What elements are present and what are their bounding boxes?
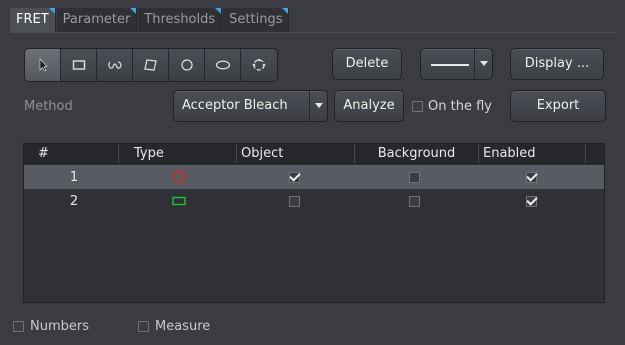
tab-corner-marker [215,8,222,14]
method-selected-value: Acceptor Bleach [182,98,288,113]
background-checkbox-cell [399,189,429,213]
roi-tool-strip [24,48,278,82]
table-row[interactable]: 1 [24,165,604,189]
enabled-checkbox-cell [516,189,546,213]
rectangle-tool-button[interactable] [61,49,97,81]
numbers-checkbox[interactable]: Numbers [13,319,89,334]
tab-fret[interactable]: FRET [10,8,56,32]
display-label: Display ... [524,56,590,71]
rectangle-shape-icon [172,196,186,206]
tab-corner-marker [130,8,137,14]
line-style-preview [431,64,469,66]
measure-checkbox[interactable]: Measure [138,319,210,334]
row-type [154,189,204,213]
dropdown-button[interactable] [474,49,492,79]
enabled-checkbox[interactable] [525,195,537,207]
display-button[interactable]: Display ... [510,48,604,80]
tab-bar: FRET Parameter Thresholds Settings [10,8,290,32]
tab-label: Parameter [62,12,131,27]
delete-button[interactable]: Delete [332,48,402,80]
table-header: # Type Object Background Enabled [24,144,604,164]
tab-corner-marker [282,8,289,14]
column-header-background[interactable]: Background [355,144,479,163]
export-label: Export [536,98,580,113]
checkbox-box[interactable] [412,101,423,112]
delete-label: Delete [345,56,389,71]
on-the-fly-checkbox[interactable]: On the fly [412,99,492,114]
tab-label: Settings [229,12,283,27]
line-style-dropdown[interactable] [420,48,493,80]
method-dropdown[interactable]: Acceptor Bleach [173,90,328,122]
spline-tool-button[interactable] [241,49,277,81]
polygon-tool-button[interactable] [133,49,169,81]
numbers-label: Numbers [30,319,89,334]
on-the-fly-label: On the fly [428,99,492,114]
background-checkbox-cell [399,165,429,189]
tab-thresholds[interactable]: Thresholds [138,8,223,32]
table-row[interactable]: 2 [24,189,604,213]
fret-panel: FRET Parameter Thresholds Settings Delet… [10,8,615,338]
column-header-type[interactable]: Type [119,144,237,163]
chevron-down-icon [479,61,488,66]
tab-label: FRET [16,12,49,27]
freehand-tool-button[interactable] [97,49,133,81]
pointer-icon [39,58,48,72]
tab-label: Thresholds [144,12,216,27]
checkbox-box[interactable] [138,321,149,332]
circle-tool-button[interactable] [169,49,205,81]
row-number: 1 [69,169,79,185]
export-button[interactable]: Export [510,90,606,122]
tab-divider [10,32,615,33]
dropdown-button[interactable] [309,91,327,121]
tab-corner-marker [48,8,55,14]
tab-parameter[interactable]: Parameter [56,8,138,32]
analyze-label: Analyze [343,98,395,113]
row-type [154,165,204,189]
rectangle-icon [72,60,85,70]
ellipse-icon [215,60,230,70]
ellipse-tool-button[interactable] [205,49,241,81]
row-number: 2 [69,193,79,209]
object-checkbox-cell [279,165,309,189]
enabled-checkbox-cell [516,165,546,189]
pointer-tool-button[interactable] [25,49,61,81]
analyze-button[interactable]: Analyze [334,90,404,122]
circle-icon [180,59,193,71]
column-header-enabled[interactable]: Enabled [479,144,586,163]
background-checkbox[interactable] [408,171,420,183]
chevron-down-icon [314,103,323,108]
object-checkbox[interactable] [288,195,300,207]
object-checkbox-cell [279,189,309,213]
object-checkbox[interactable] [288,171,300,183]
polygon-icon [143,59,157,71]
checkbox-box[interactable] [13,321,24,332]
tab-settings[interactable]: Settings [223,8,290,32]
background-checkbox[interactable] [408,195,420,207]
measure-label: Measure [155,319,211,334]
freehand-icon [107,61,121,69]
enabled-checkbox[interactable] [525,171,537,183]
column-header-filler [586,144,604,163]
column-header-number[interactable]: # [24,144,119,163]
circle-shape-icon [172,170,186,184]
roi-table: # Type Object Background Enabled 1 2 [23,143,605,303]
method-label: Method [24,99,73,114]
spline-icon [252,58,266,71]
column-header-object[interactable]: Object [237,144,355,163]
